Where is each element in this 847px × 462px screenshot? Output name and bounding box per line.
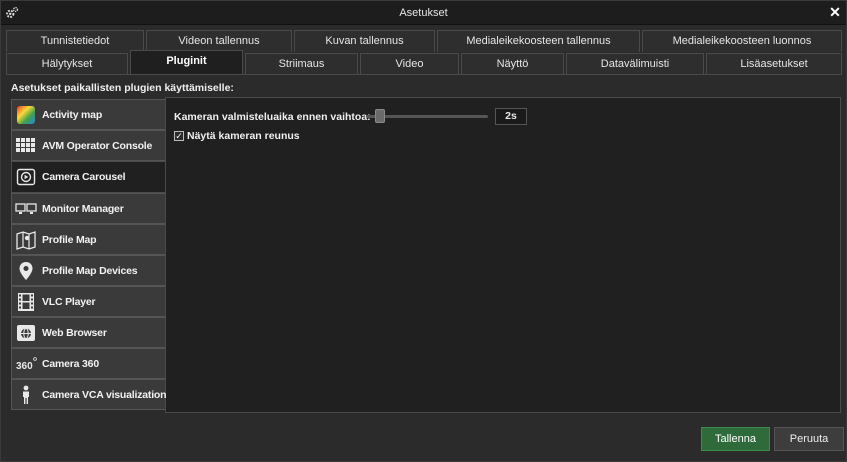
tab-lisaasetukset[interactable]: Lisäasetukset <box>706 53 842 75</box>
browser-icon <box>17 325 35 341</box>
tab-striimaus[interactable]: Striimaus <box>245 53 358 75</box>
map-icon <box>16 231 36 250</box>
camera-360-icon: 360 <box>16 357 37 372</box>
plugin-label: Profile Map <box>42 234 97 246</box>
tab-video[interactable]: Video <box>360 53 459 75</box>
plugin-item-profile-map-devices[interactable]: Profile Map Devices <box>11 255 165 286</box>
tab-medialeikekoosteen-luonnos[interactable]: Medialeikekoosteen luonnos <box>642 30 842 52</box>
activity-map-icon <box>17 106 35 124</box>
plugin-label: AVM Operator Console <box>42 140 153 152</box>
plugin-item-monitor-manager[interactable]: Monitor Manager <box>11 193 165 224</box>
tab-tunnistetiedot[interactable]: Tunnistetiedot <box>6 30 144 52</box>
plugin-label: Web Browser <box>42 327 107 339</box>
plugin-label: VLC Player <box>42 296 96 308</box>
plugin-label: Activity map <box>42 109 103 121</box>
settings-window: Asetukset ✕ Tunnistetiedot Videon tallen… <box>0 0 847 462</box>
section-label: Asetukset paikallisten plugien käyttämis… <box>11 82 234 94</box>
slider-handle[interactable] <box>375 109 385 123</box>
plugin-item-camera-360[interactable]: 360 Camera 360 <box>11 348 165 379</box>
delay-label: Kameran valmisteluaika ennen vaihtoa: <box>174 111 371 123</box>
tab-pluginit[interactable]: Pluginit <box>130 50 243 75</box>
plugin-label: Camera 360 <box>42 358 99 370</box>
monitors-icon <box>15 203 37 214</box>
tab-datavalimuisti[interactable]: Datavälimuisti <box>566 53 704 75</box>
tab-naytto[interactable]: Näyttö <box>461 53 564 75</box>
close-icon[interactable]: ✕ <box>828 4 842 20</box>
plugin-item-profile-map[interactable]: Profile Map <box>11 224 165 255</box>
plugin-item-avm-operator-console[interactable]: AVM Operator Console <box>11 130 165 161</box>
svg-text:360: 360 <box>16 361 33 372</box>
plugin-label: Camera Carousel <box>42 171 126 183</box>
plugin-item-vlc-player[interactable]: VLC Player <box>11 286 165 317</box>
map-pin-icon <box>19 262 33 280</box>
grid-console-icon <box>16 138 35 152</box>
delay-value: 2s <box>495 108 527 125</box>
plugin-label: Profile Map Devices <box>42 265 138 277</box>
plugin-settings-panel <box>165 97 841 413</box>
save-button[interactable]: Tallenna <box>701 427 770 451</box>
tabs-divider <box>6 74 842 75</box>
plugin-label: Camera VCA visualization <box>42 389 167 401</box>
plugin-label: Monitor Manager <box>42 203 124 215</box>
show-border-label[interactable]: Näytä kameran reunus <box>187 130 300 142</box>
plugin-item-camera-carousel[interactable]: Camera Carousel <box>11 161 165 193</box>
title-bar: Asetukset ✕ <box>1 1 846 25</box>
plugin-item-web-browser[interactable]: Web Browser <box>11 317 165 348</box>
cancel-button[interactable]: Peruuta <box>774 427 844 451</box>
tab-medialeikekoosteen-tallennus[interactable]: Medialeikekoosteen tallennus <box>437 30 640 52</box>
person-icon <box>23 385 29 404</box>
delay-slider[interactable] <box>366 109 488 123</box>
film-icon <box>18 293 34 311</box>
tab-halytykset[interactable]: Hälytykset <box>6 53 128 75</box>
carousel-icon <box>16 168 36 186</box>
plugin-item-camera-vca-visualization[interactable]: Camera VCA visualization <box>11 379 167 410</box>
tab-videon-tallennus[interactable]: Videon tallennus <box>146 30 292 52</box>
window-title: Asetukset <box>399 7 448 19</box>
tab-kuvan-tallennus[interactable]: Kuvan tallennus <box>294 30 435 52</box>
show-border-checkbox[interactable]: ✓ <box>174 131 184 141</box>
plugin-item-activity-map[interactable]: Activity map <box>11 99 165 130</box>
